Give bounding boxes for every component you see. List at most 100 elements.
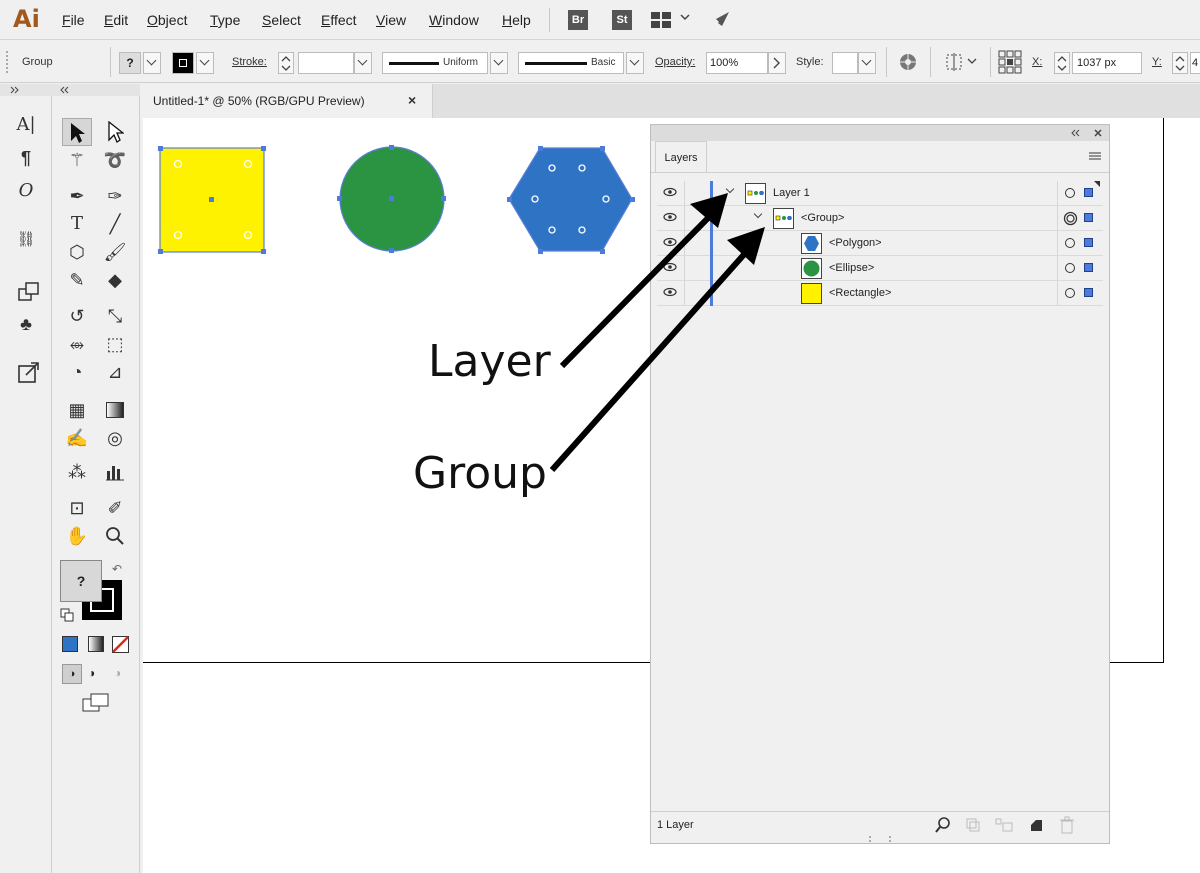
swap-colors-icon[interactable]: ↶ (112, 562, 122, 576)
grip-handle[interactable] (6, 51, 12, 73)
rotate-tool[interactable]: ↺ (62, 302, 92, 330)
lasso-tool[interactable]: ➰ (100, 146, 130, 174)
y-stepper[interactable] (1172, 52, 1188, 74)
group-row[interactable]: <Group> (657, 206, 1103, 231)
visibility-eye-icon[interactable] (663, 237, 677, 247)
collapse-icon[interactable] (60, 86, 70, 94)
curvature-tool[interactable]: ✑ (100, 182, 130, 210)
expand-icon[interactable] (10, 86, 20, 94)
menu-help[interactable]: Help (502, 12, 531, 28)
stroke-swatch[interactable] (172, 52, 194, 74)
brush-definition[interactable]: Basic (518, 52, 624, 74)
profile-dropdown[interactable] (490, 52, 508, 74)
chevron-down-icon[interactable] (680, 14, 690, 22)
draw-behind-button[interactable]: ◑ (88, 666, 95, 680)
close-tab-button[interactable]: × (408, 92, 416, 108)
symbols-panel-icon[interactable]: ♣ (10, 314, 42, 340)
shape-tool[interactable]: ⬡ (62, 238, 92, 266)
menu-object[interactable]: Object (147, 12, 187, 28)
stock-button[interactable]: St (612, 10, 632, 30)
target-selected-icon[interactable] (1063, 211, 1078, 226)
width-tool[interactable]: ⥈ (62, 330, 92, 358)
zoom-tool[interactable] (100, 522, 130, 550)
target-circle-icon[interactable] (1065, 238, 1075, 248)
panel-titlebar[interactable] (651, 125, 1109, 141)
symbol-sprayer-tool[interactable]: ⁂ (62, 458, 92, 486)
menu-file[interactable]: File (62, 12, 85, 28)
mesh-tool[interactable]: ▦ (62, 396, 92, 424)
target-circle-icon[interactable] (1065, 188, 1075, 198)
artboards-panel-icon[interactable] (18, 282, 40, 302)
bridge-button[interactable]: Br (568, 10, 588, 30)
rocket-icon[interactable] (710, 9, 732, 31)
fill-dropdown[interactable] (143, 52, 161, 74)
rectangle-row[interactable]: <Rectangle> (657, 281, 1103, 306)
close-icon[interactable] (1093, 128, 1103, 138)
screen-mode-icon[interactable] (82, 693, 110, 713)
target-circle-icon[interactable] (1065, 288, 1075, 298)
fill-swatch[interactable]: ? (119, 52, 141, 74)
shape-builder-tool[interactable]: ◔ (62, 358, 92, 386)
gradient-tool[interactable] (100, 396, 130, 424)
menu-edit[interactable]: Edit (104, 12, 128, 28)
clipping-mask-icon[interactable] (965, 817, 981, 833)
variable-width-profile[interactable]: Uniform (382, 52, 488, 74)
perspective-grid-tool[interactable]: ⊿ (100, 358, 130, 386)
draw-inside-button[interactable]: ◑ (114, 666, 121, 680)
opacity-slider-button[interactable] (768, 52, 786, 74)
visibility-eye-icon[interactable] (663, 262, 677, 272)
color-mode-button[interactable] (62, 636, 78, 652)
free-transform-tool[interactable]: ⬚ (100, 330, 130, 358)
menu-type[interactable]: Type (210, 12, 240, 28)
trash-icon[interactable] (1059, 816, 1075, 834)
opacity-input[interactable]: 100% (706, 52, 768, 74)
x-stepper[interactable] (1054, 52, 1070, 74)
align-icon[interactable] (945, 53, 965, 71)
slice-tool[interactable]: ✐ (100, 494, 130, 522)
locate-object-icon[interactable] (935, 817, 951, 833)
default-colors-icon[interactable] (60, 608, 74, 622)
panel-menu-icon[interactable] (1088, 151, 1102, 161)
character-panel-icon[interactable]: A| (10, 114, 42, 140)
stroke-weight-dropdown[interactable] (354, 52, 372, 74)
shaper-tool[interactable]: ✎ (62, 266, 92, 294)
visibility-eye-icon[interactable] (663, 287, 677, 297)
selection-indicator[interactable] (1084, 213, 1093, 222)
blend-tool[interactable]: ◎ (100, 424, 130, 452)
expand-caret-icon[interactable] (725, 184, 735, 194)
selection-indicator[interactable] (1084, 288, 1093, 297)
none-mode-button[interactable] (112, 636, 129, 653)
expand-caret-icon[interactable] (753, 209, 763, 219)
hand-tool[interactable]: ✋ (62, 522, 92, 550)
opentype-panel-icon[interactable]: O (10, 180, 42, 206)
new-layer-icon[interactable] (1029, 817, 1045, 833)
type-tool[interactable]: T (62, 210, 92, 238)
selection-tool[interactable] (62, 118, 92, 146)
scale-tool[interactable]: ⤡ (100, 302, 130, 330)
workspace-layout-icon[interactable] (651, 12, 673, 28)
document-tab[interactable]: Untitled-1* @ 50% (RGB/GPU Preview) × (143, 84, 433, 118)
eraser-tool[interactable]: ◆ (100, 266, 130, 294)
gradient-mode-button[interactable] (88, 636, 104, 652)
chevron-down-icon[interactable] (967, 58, 977, 66)
visibility-eye-icon[interactable] (663, 212, 677, 222)
selection-indicator[interactable] (1084, 263, 1093, 272)
ellipse-row[interactable]: <Ellipse> (657, 256, 1103, 281)
direct-selection-tool[interactable] (100, 118, 130, 146)
target-circle-icon[interactable] (1065, 263, 1075, 273)
stroke-dropdown[interactable] (196, 52, 214, 74)
selection-indicator[interactable] (1084, 238, 1093, 247)
line-segment-tool[interactable]: ╱ (100, 210, 130, 238)
style-dropdown[interactable] (858, 52, 876, 74)
tab-layers[interactable]: Layers (655, 141, 707, 173)
collapse-icon[interactable] (1071, 129, 1081, 137)
pen-tool[interactable]: ✒ (62, 182, 92, 210)
draw-normal-button[interactable]: ◑ (62, 664, 82, 684)
x-input[interactable]: 1037 px (1072, 52, 1142, 74)
column-graph-tool[interactable] (100, 458, 130, 486)
stroke-weight-input[interactable] (298, 52, 354, 74)
brush-dropdown[interactable] (626, 52, 644, 74)
menu-effect[interactable]: Effect (321, 12, 357, 28)
eyedropper-tool[interactable]: ✍ (62, 424, 92, 452)
export-icon[interactable] (18, 362, 40, 384)
